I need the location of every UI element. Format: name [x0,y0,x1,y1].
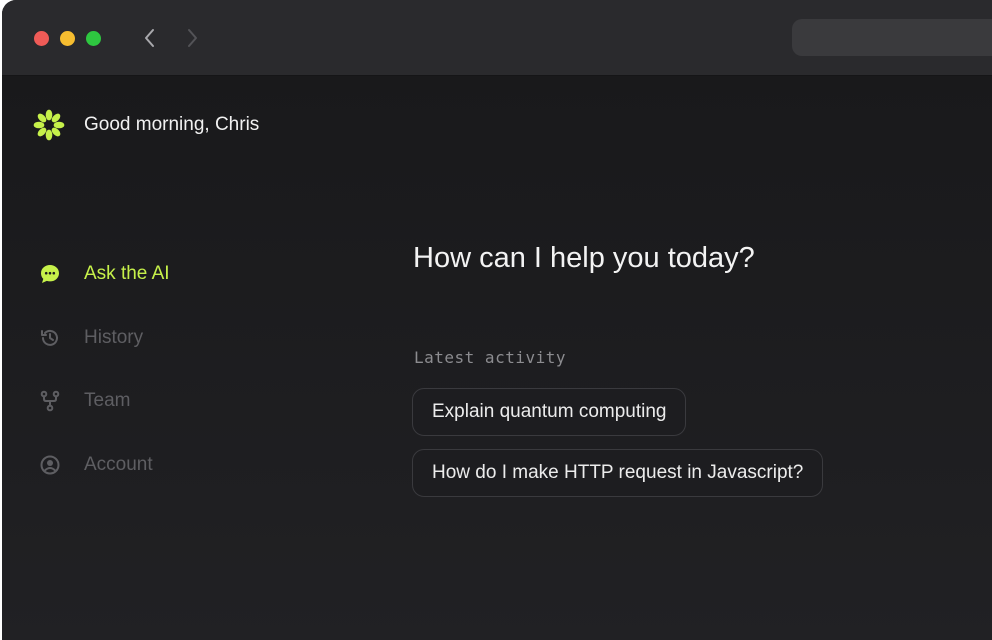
app-window [2,0,992,640]
page-title: How can I help you today? [413,242,755,274]
sidebar-item-label: Ask the AI [84,263,170,284]
activity-item[interactable]: Explain quantum computing [412,388,687,436]
sidebar-item-history[interactable]: History [38,325,143,351]
user-circle-icon [38,453,62,477]
maximize-window-button[interactable] [86,31,101,46]
forward-button[interactable] [180,25,204,51]
sidebar-item-label: Team [84,390,131,411]
history-icon [38,326,62,350]
logo-icon [32,108,66,142]
sidebar-item-label: History [84,327,144,348]
chat-bubble-icon [38,262,62,286]
back-button[interactable] [138,25,162,51]
minimize-window-button[interactable] [60,31,75,46]
sidebar-item-account[interactable]: Account [38,452,153,478]
branch-icon [38,389,62,413]
sidebar-item-team[interactable]: Team [38,388,130,414]
close-window-button[interactable] [34,31,49,46]
title-bar [2,0,992,76]
sidebar-item-ask-ai[interactable]: Ask the AI [38,261,170,287]
activity-item[interactable]: How do I make HTTP request in Javascript… [412,449,824,497]
sidebar-item-label: Account [84,454,153,475]
greeting-text: Good morning, Chris [84,114,260,135]
latest-activity-label: Latest activity [414,348,566,367]
address-bar[interactable] [792,19,992,56]
activity-item-text: How do I make HTTP request in Javascript… [432,462,804,483]
activity-item-text: Explain quantum computing [432,401,667,422]
chevron-left-icon [145,29,154,47]
chevron-right-icon [188,29,197,47]
